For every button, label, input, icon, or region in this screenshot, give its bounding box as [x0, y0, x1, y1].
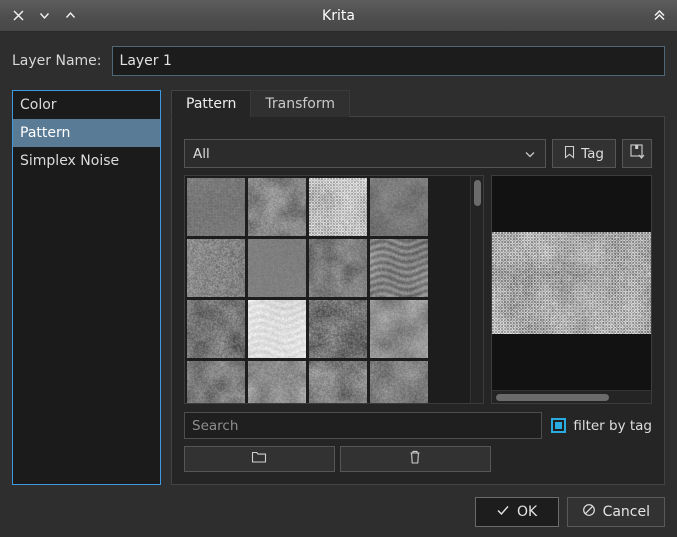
pattern-swatch[interactable]: [187, 300, 245, 358]
maximize-icon[interactable]: [58, 4, 82, 28]
pattern-preview-container: [491, 175, 652, 404]
sidebar-item-pattern[interactable]: Pattern: [13, 119, 160, 147]
pattern-swatch[interactable]: [370, 239, 428, 297]
layer-style-dialog: Layer Name: Color Pattern Simplex Noise …: [0, 32, 677, 537]
pattern-grid-vertical-scrollbar[interactable]: [470, 176, 483, 403]
check-icon: [496, 503, 510, 521]
sidebar-item-label: Color: [20, 97, 57, 113]
pattern-swatch[interactable]: [248, 178, 306, 236]
layer-name-row: Layer Name:: [12, 46, 665, 76]
search-input[interactable]: [184, 412, 543, 439]
pattern-swatch[interactable]: [370, 178, 428, 236]
pattern-grid[interactable]: [185, 176, 470, 403]
tag-icon: [564, 145, 575, 163]
storage-dropdown-icon: [629, 143, 646, 164]
sidebar-item-color[interactable]: Color: [13, 91, 160, 119]
sidebar-item-label: Simplex Noise: [20, 153, 120, 169]
tag-button-label: Tag: [581, 145, 604, 162]
cancel-button-label: Cancel: [602, 504, 650, 520]
minimize-icon[interactable]: [32, 4, 56, 28]
pattern-grid-container: [184, 175, 484, 404]
pattern-swatch[interactable]: [370, 300, 428, 358]
import-resource-button[interactable]: [184, 446, 335, 472]
scrollbar-thumb[interactable]: [473, 180, 481, 206]
pattern-swatch[interactable]: [370, 361, 428, 403]
sidebar-item-label: Pattern: [20, 125, 71, 141]
tag-filter-row: All Tag: [184, 139, 652, 168]
tag-storage-menu-button[interactable]: [622, 139, 652, 168]
checkbox-box[interactable]: [551, 418, 567, 433]
delete-resource-button[interactable]: [339, 446, 491, 472]
close-icon[interactable]: [6, 4, 30, 28]
window-controls-left: [0, 4, 82, 28]
ok-button-label: OK: [516, 504, 538, 520]
pattern-preview-horizontal-scrollbar[interactable]: [492, 390, 651, 403]
pattern-swatch[interactable]: [248, 361, 306, 403]
folder-open-icon: [251, 450, 267, 468]
window-controls-right: [647, 4, 677, 28]
action-row-spacer: [496, 446, 652, 472]
tab-transform[interactable]: Transform: [250, 90, 351, 117]
pattern-preview-area[interactable]: [492, 176, 651, 390]
pattern-browser: [184, 175, 652, 404]
tab-pattern[interactable]: Pattern: [171, 90, 252, 117]
ok-button[interactable]: OK: [474, 497, 559, 527]
dialog-footer: OK Cancel: [12, 497, 665, 527]
pattern-swatch[interactable]: [187, 178, 245, 236]
pattern-swatch[interactable]: [309, 300, 367, 358]
trash-icon: [408, 449, 422, 469]
filter-by-tag-checkbox[interactable]: filter by tag: [551, 418, 652, 434]
options-tabstrip: Pattern Transform: [171, 90, 665, 117]
pattern-preview-image: [492, 232, 651, 334]
sidebar-item-simplex-noise[interactable]: Simplex Noise: [13, 147, 160, 175]
pattern-swatch[interactable]: [187, 361, 245, 403]
no-entry-icon: [582, 503, 596, 521]
filter-by-tag-label: filter by tag: [573, 417, 652, 434]
pattern-swatch[interactable]: [309, 361, 367, 403]
pattern-action-row: [184, 446, 652, 472]
pattern-panel: All Tag Search filter by tag: [171, 116, 665, 485]
pattern-swatch[interactable]: [248, 239, 306, 297]
generator-type-list[interactable]: Color Pattern Simplex Noise: [12, 90, 161, 485]
window-title: Krita: [322, 7, 355, 24]
window-titlebar: Krita: [0, 0, 677, 32]
checkbox-mark: [555, 422, 563, 429]
generator-options-area: Pattern Transform All Tag Search filter …: [171, 90, 665, 485]
layer-name-input[interactable]: [111, 46, 665, 76]
layer-name-label: Layer Name:: [12, 53, 102, 69]
dialog-main-area: Color Pattern Simplex Noise Pattern Tran…: [12, 90, 665, 485]
pattern-swatch[interactable]: [309, 178, 367, 236]
tag-select[interactable]: All: [184, 139, 547, 168]
scrollbar-thumb[interactable]: [496, 393, 610, 401]
pattern-search-row: filter by tag: [184, 412, 652, 439]
pattern-swatch[interactable]: [309, 239, 367, 297]
chevron-down-icon: [523, 147, 537, 161]
tag-button[interactable]: Tag: [552, 139, 616, 168]
double-chevron-up-icon[interactable]: [647, 4, 671, 28]
tag-select-value: All: [193, 145, 210, 162]
tab-label: Transform: [265, 96, 336, 112]
tab-label: Pattern: [186, 95, 237, 112]
pattern-swatch[interactable]: [187, 239, 245, 297]
pattern-swatch[interactable]: [248, 300, 306, 358]
cancel-button[interactable]: Cancel: [566, 497, 665, 527]
